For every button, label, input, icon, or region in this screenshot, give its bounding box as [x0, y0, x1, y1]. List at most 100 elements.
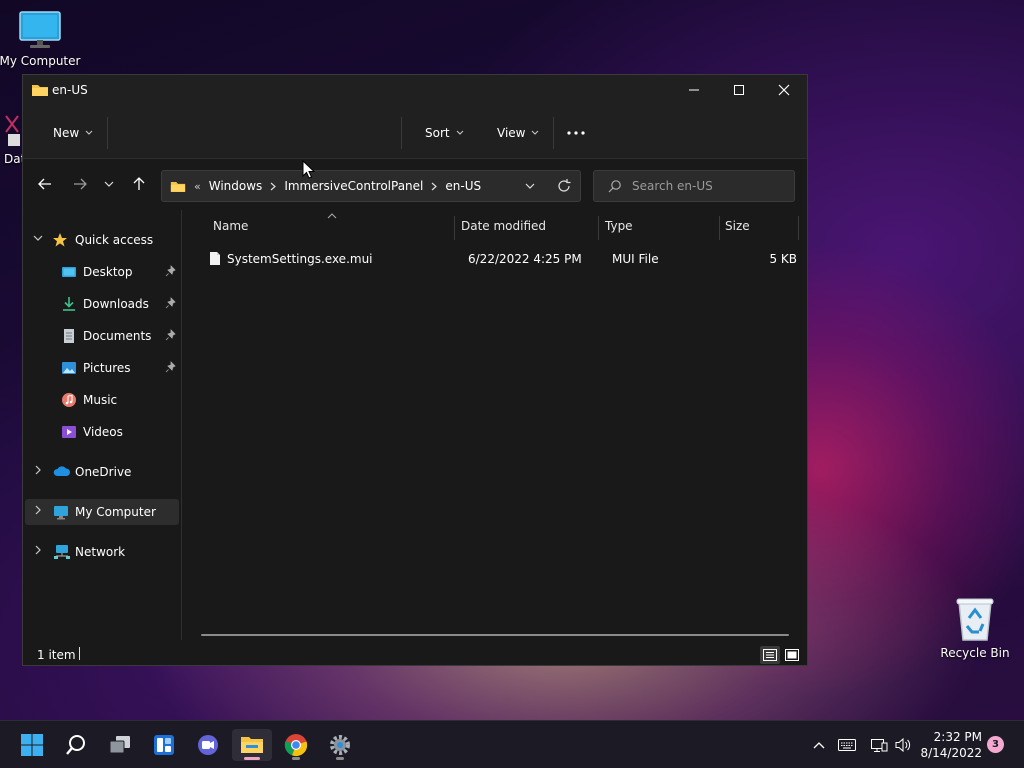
- pane-splitter[interactable]: [181, 210, 182, 640]
- close-button[interactable]: [761, 75, 807, 105]
- nav-onedrive[interactable]: OneDrive: [25, 459, 179, 485]
- keyboard-button[interactable]: [836, 733, 858, 757]
- recent-locations-button[interactable]: [97, 172, 121, 196]
- table-row[interactable]: SystemSettings.exe.mui 6/22/2022 4:25 PM…: [199, 247, 797, 271]
- column-separator[interactable]: [454, 216, 455, 240]
- nav-label: Network: [75, 545, 126, 559]
- view-button[interactable]: View: [497, 121, 539, 145]
- desktop-icon-my-computer[interactable]: My Computer: [0, 10, 80, 68]
- chat-icon: [198, 735, 218, 755]
- pin-icon[interactable]: [165, 265, 177, 277]
- sort-label: Sort: [425, 126, 450, 140]
- desktop-icon-recycle-bin[interactable]: Recycle Bin: [935, 596, 1015, 660]
- taskbar: 2:32 PM 8/14/2022: [0, 720, 1024, 768]
- folder-icon: [32, 85, 48, 96]
- nav-label: Documents: [83, 329, 152, 343]
- nav-pictures[interactable]: Pictures: [25, 355, 179, 381]
- column-header-name[interactable]: Name: [213, 210, 453, 242]
- address-history-button[interactable]: [524, 178, 536, 197]
- navigation-pane: Quick access Desktop Downloads Documents…: [23, 210, 181, 640]
- nav-network[interactable]: Network: [25, 539, 179, 565]
- nav-quick-access[interactable]: Quick access: [25, 227, 179, 253]
- breadcrumb-item-en-us[interactable]: en-US: [445, 179, 481, 193]
- search-button[interactable]: [56, 729, 96, 761]
- chevron-right-icon[interactable]: [33, 505, 43, 515]
- desktop-icon-partial[interactable]: Data: [0, 112, 24, 166]
- video-icon: [62, 426, 76, 438]
- nav-label: OneDrive: [75, 465, 132, 479]
- chevron-down-icon[interactable]: [33, 233, 43, 243]
- minimize-button[interactable]: [671, 75, 717, 105]
- search-box[interactable]: [593, 170, 795, 202]
- minimize-icon: [689, 89, 699, 91]
- chevron-right-icon[interactable]: [33, 545, 43, 555]
- task-view-button[interactable]: [100, 729, 140, 761]
- new-label: New: [53, 126, 80, 140]
- chrome-taskbar-button[interactable]: [276, 729, 316, 761]
- column-separator[interactable]: [798, 216, 799, 240]
- volume-button[interactable]: [892, 733, 914, 757]
- column-separator[interactable]: [598, 216, 599, 240]
- show-hidden-icons-button[interactable]: [808, 733, 830, 757]
- new-button[interactable]: New: [53, 121, 93, 145]
- computer-icon: [54, 506, 68, 520]
- up-button[interactable]: [127, 172, 151, 196]
- nav-desktop[interactable]: Desktop: [25, 259, 179, 285]
- back-button[interactable]: [33, 172, 57, 196]
- pin-icon[interactable]: [165, 329, 177, 341]
- running-indicator: [336, 757, 344, 760]
- column-label: Date modified: [461, 219, 547, 233]
- column-header-type[interactable]: Type: [605, 210, 717, 242]
- breadcrumb-overflow[interactable]: «: [194, 180, 201, 193]
- desktop-icon-label: Recycle Bin: [940, 646, 1010, 660]
- chevron-down-icon: [532, 130, 539, 135]
- horizontal-scrollbar[interactable]: [201, 634, 789, 636]
- column-separator[interactable]: [719, 216, 720, 240]
- network-status-button[interactable]: [868, 733, 890, 757]
- maximize-button[interactable]: [716, 75, 762, 105]
- chevron-right-icon[interactable]: [33, 465, 43, 475]
- item-count: 1 item: [37, 648, 76, 662]
- title-bar[interactable]: en-US: [23, 75, 807, 105]
- command-bar: New Sort View: [23, 105, 807, 159]
- widgets-button[interactable]: [144, 729, 184, 761]
- breadcrumb-item-windows[interactable]: Windows: [209, 179, 263, 193]
- nav-label: Music: [83, 393, 118, 407]
- sort-button[interactable]: Sort: [425, 121, 464, 145]
- nav-my-computer[interactable]: My Computer: [25, 499, 179, 525]
- breadcrumb-item-immersivecontrolpanel[interactable]: ImmersiveControlPanel: [284, 179, 423, 193]
- start-button[interactable]: [12, 729, 52, 761]
- more-options-button[interactable]: [567, 121, 585, 145]
- notification-badge[interactable]: 3: [987, 736, 1004, 753]
- column-header-size[interactable]: Size: [725, 210, 795, 242]
- nav-label: Videos: [83, 425, 123, 439]
- nav-videos[interactable]: Videos: [25, 419, 179, 445]
- refresh-button[interactable]: [556, 178, 572, 197]
- document-icon: [64, 329, 74, 343]
- nav-documents[interactable]: Documents: [25, 323, 179, 349]
- folder-icon: [241, 737, 263, 753]
- large-icons-view-button[interactable]: [782, 646, 802, 664]
- settings-taskbar-button[interactable]: [320, 729, 360, 761]
- chevron-right-icon[interactable]: [270, 182, 277, 191]
- file-size: 5 KB: [769, 252, 797, 266]
- nav-music[interactable]: Music: [25, 387, 179, 413]
- search-input[interactable]: [632, 177, 782, 195]
- file-explorer-taskbar-button[interactable]: [232, 729, 272, 761]
- pin-icon[interactable]: [165, 297, 177, 309]
- details-view-button[interactable]: [760, 646, 780, 664]
- clock[interactable]: 2:32 PM 8/14/2022: [920, 729, 982, 761]
- address-bar[interactable]: « Windows ImmersiveControlPanel en-US: [161, 170, 581, 202]
- nav-downloads[interactable]: Downloads: [25, 291, 179, 317]
- column-header-date-modified[interactable]: Date modified: [461, 210, 596, 242]
- pin-icon[interactable]: [165, 361, 177, 373]
- chat-button[interactable]: [188, 729, 228, 761]
- chevron-right-icon[interactable]: [431, 182, 438, 191]
- desktop-icon-label: My Computer: [0, 54, 81, 68]
- cloud-icon: [53, 466, 70, 476]
- running-indicator: [292, 757, 300, 760]
- forward-button[interactable]: [68, 172, 92, 196]
- network-icon: [54, 545, 70, 559]
- arrow-up-icon: [133, 177, 145, 190]
- windows-logo-icon: [21, 734, 43, 756]
